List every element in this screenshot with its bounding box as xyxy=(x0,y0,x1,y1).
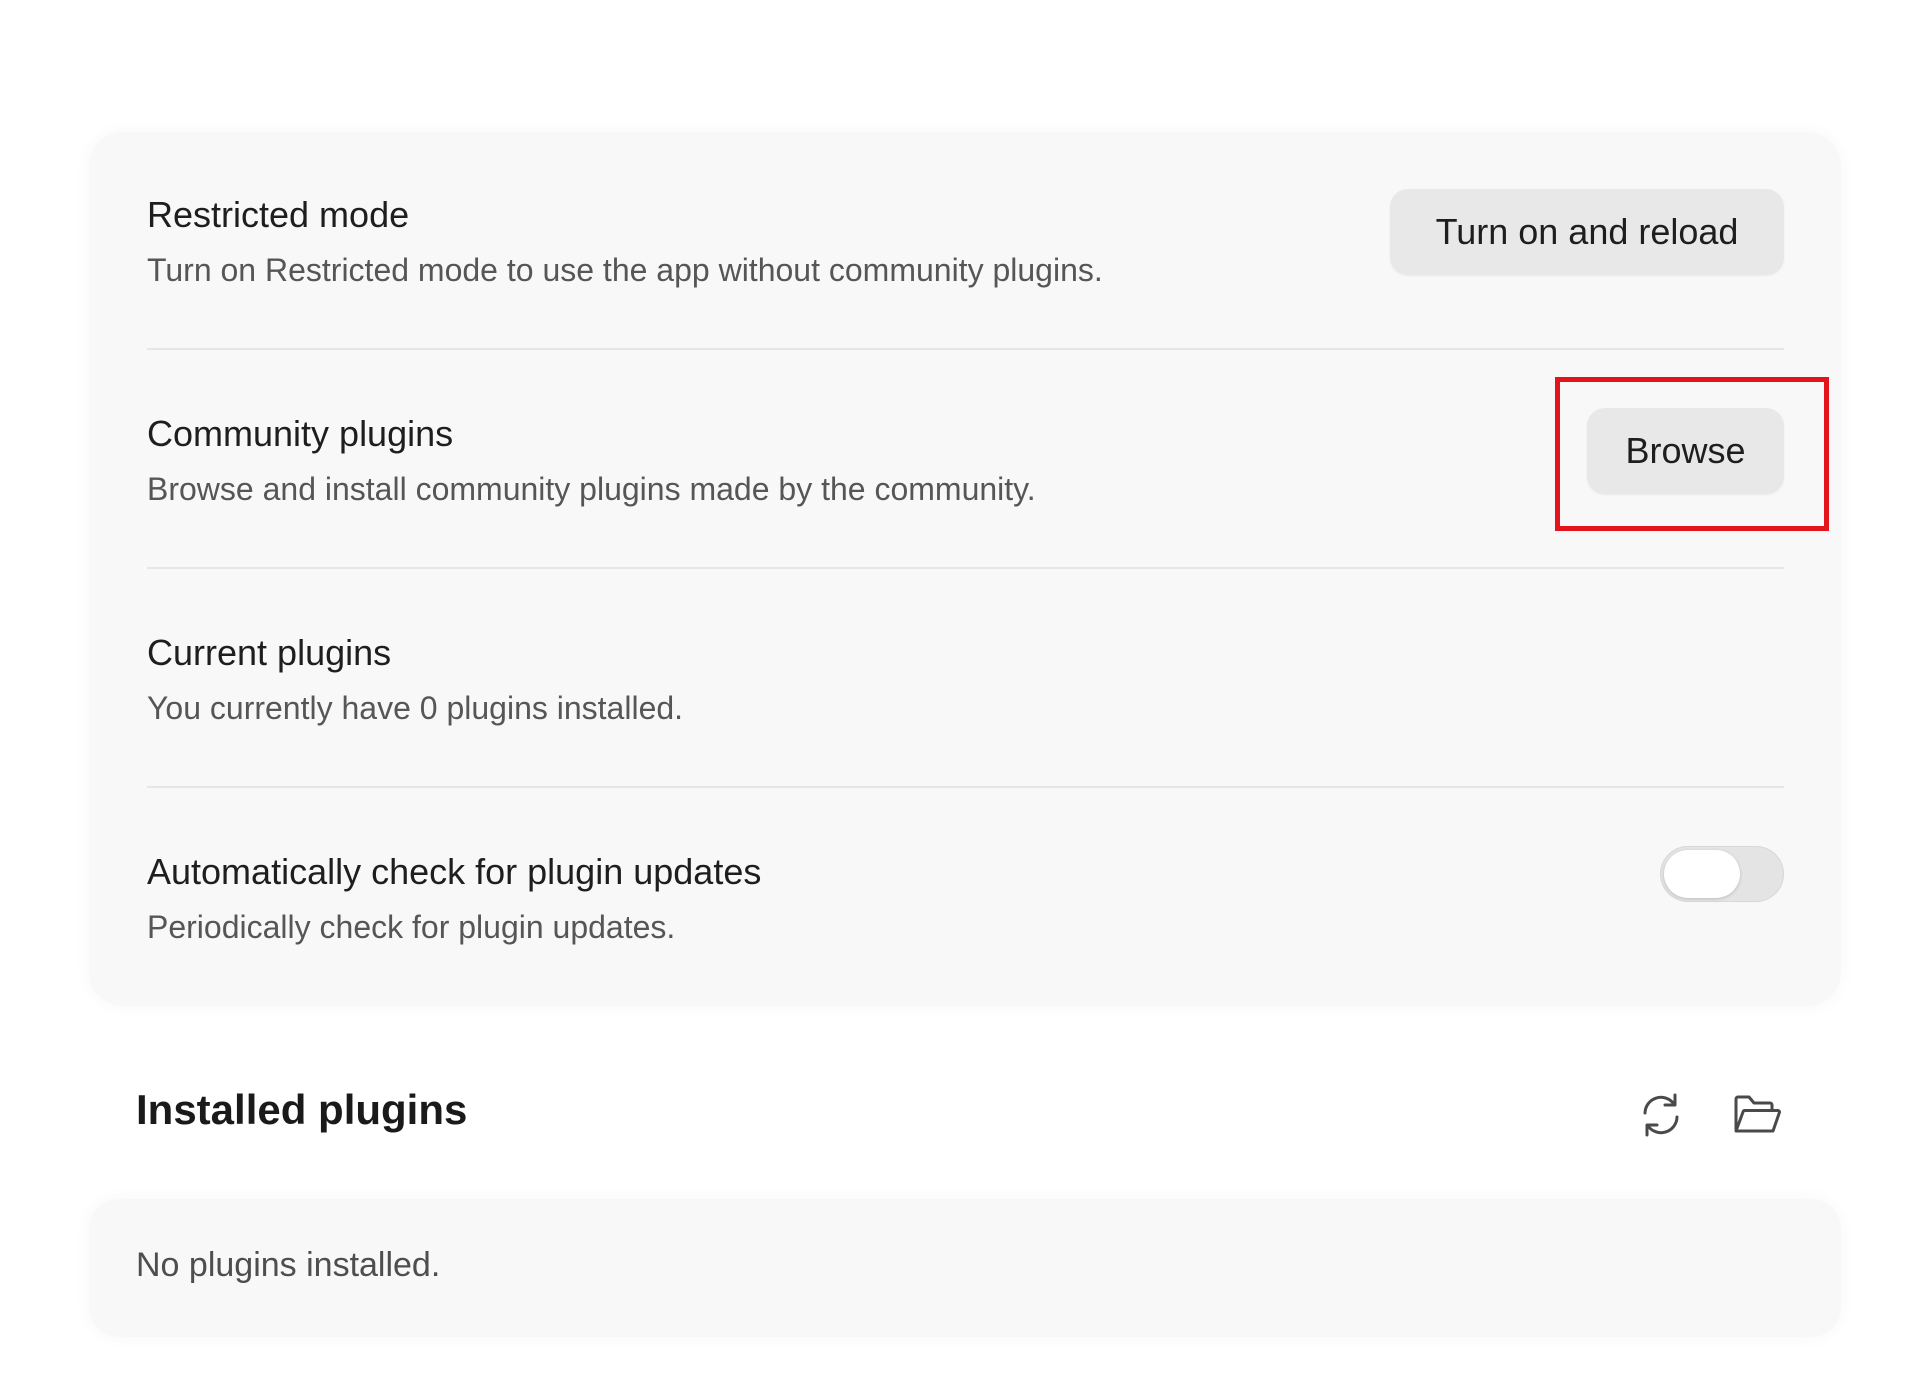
setting-community-plugins: Community plugins Browse and install com… xyxy=(147,351,1784,570)
reload-icon xyxy=(1643,1093,1679,1137)
installed-plugins-heading: Installed plugins xyxy=(136,1086,468,1133)
empty-state-message: No plugins installed. xyxy=(136,1246,441,1284)
setting-description: Browse and install community plugins mad… xyxy=(147,471,1036,507)
turn-on-and-reload-button[interactable]: Turn on and reload xyxy=(1390,189,1784,275)
browse-highlight-box xyxy=(1555,377,1829,531)
setting-description: You currently have 0 plugins installed. xyxy=(147,690,684,726)
reload-plugins-button[interactable] xyxy=(1629,1083,1693,1147)
divider xyxy=(147,567,1784,569)
divider xyxy=(147,348,1784,350)
setting-description: Periodically check for plugin updates. xyxy=(147,909,676,945)
auto-update-toggle[interactable] xyxy=(1660,846,1784,902)
setting-current-plugins: Current plugins You currently have 0 plu… xyxy=(147,570,1784,789)
setting-title: Restricted mode xyxy=(147,194,410,235)
plugins-settings-page: Restricted mode Turn on Restricted mode … xyxy=(0,0,1920,1397)
divider xyxy=(147,786,1784,788)
setting-title: Automatically check for plugin updates xyxy=(147,851,762,892)
folder-icon xyxy=(1734,1095,1781,1133)
open-plugins-folder-button[interactable] xyxy=(1725,1083,1789,1147)
toggle-knob xyxy=(1664,850,1740,898)
setting-auto-update: Automatically check for plugin updates P… xyxy=(147,789,1784,1008)
setting-title: Current plugins xyxy=(147,632,392,673)
plugin-settings-card: Restricted mode Turn on Restricted mode … xyxy=(89,132,1841,1006)
installed-plugins-list: No plugins installed. xyxy=(89,1199,1841,1337)
setting-description: Turn on Restricted mode to use the app w… xyxy=(147,252,1103,288)
setting-title: Community plugins xyxy=(147,413,454,454)
